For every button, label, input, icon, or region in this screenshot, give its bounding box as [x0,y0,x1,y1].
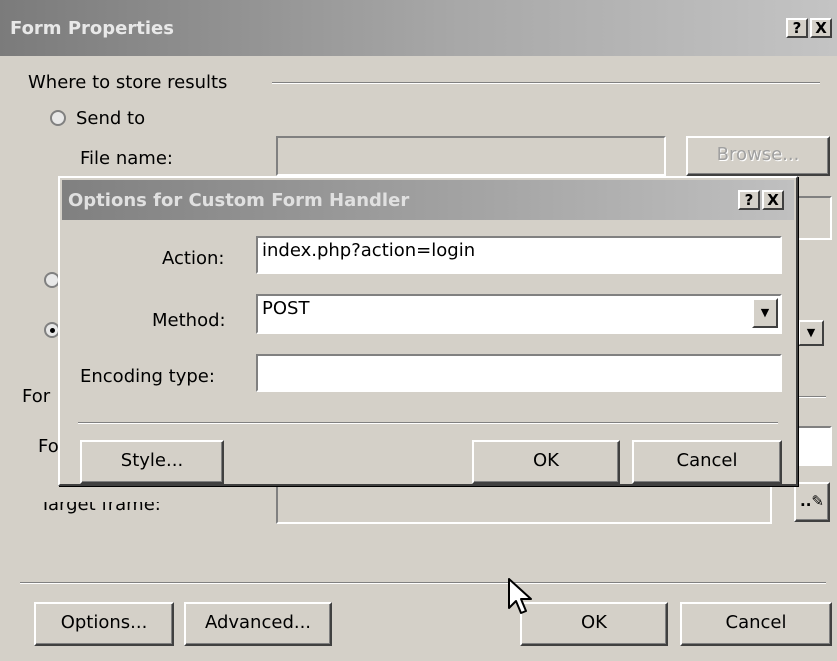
form-group-label: For [22,386,51,407]
action-input[interactable]: index.php?action=login [256,236,782,274]
dropdown-arrow-icon[interactable]: ▼ [798,320,824,346]
dialog-divider [78,422,778,424]
target-frame-label: Target frame: [40,494,161,515]
file-name-label: File name: [80,148,173,169]
form-name-label: Fo [38,436,59,457]
file-name-field[interactable] [276,136,666,176]
dialog-ok-button[interactable]: OK [472,440,620,484]
encoding-type-input[interactable] [256,354,782,392]
send-to-radio[interactable] [50,110,66,126]
dialog-titlebar: Options for Custom Form Handler ? X [62,180,794,220]
group-divider [272,82,820,84]
dialog-close-button[interactable]: X [762,190,784,210]
window-title: Form Properties [10,18,174,39]
bottom-divider [20,582,826,584]
close-button[interactable]: X [810,18,832,38]
pencil-icon[interactable]: ..✎ [794,482,830,522]
advanced-button[interactable]: Advanced... [184,602,332,646]
mouse-cursor-icon [508,578,532,614]
options-button[interactable]: Options... [34,602,174,646]
hidden-field-1[interactable] [796,196,832,240]
method-value: POST [262,298,310,319]
browse-button[interactable]: Browse... [686,136,830,176]
cancel-button[interactable]: Cancel [680,602,832,646]
method-select[interactable]: POST ▼ [256,294,782,334]
method-dropdown-icon[interactable]: ▼ [752,298,778,328]
encoding-type-label: Encoding type: [80,366,215,387]
dialog-title: Options for Custom Form Handler [68,190,410,211]
action-label: Action: [162,248,225,269]
style-button[interactable]: Style... [80,440,224,484]
method-label: Method: [152,310,226,331]
custom-form-handler-dialog: Options for Custom Form Handler ? X Acti… [58,176,798,486]
form-properties-titlebar: Form Properties ? X [0,0,837,56]
group-where-to-store: Where to store results [28,72,228,93]
dialog-cancel-button[interactable]: Cancel [632,440,782,484]
target-frame-field[interactable] [276,484,772,524]
send-to-label: Send to [76,108,146,129]
ok-button[interactable]: OK [520,602,668,646]
help-button[interactable]: ? [786,18,808,38]
form-name-field[interactable] [796,426,832,466]
dialog-help-button[interactable]: ? [738,190,760,210]
form-group-divider [796,396,826,398]
